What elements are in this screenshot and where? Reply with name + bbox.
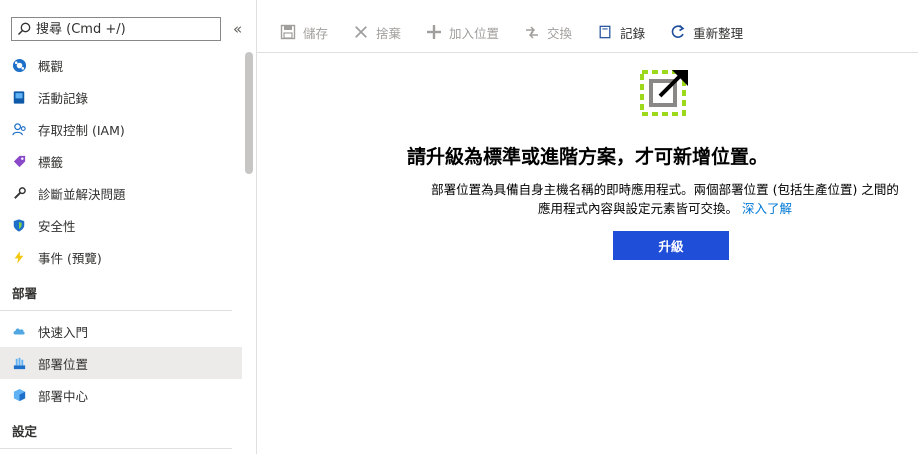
sidebar-item-quickstart[interactable]: 快速入門 bbox=[0, 315, 242, 347]
plus-icon bbox=[425, 23, 443, 41]
sidebar-item-label: 事件 (預覽) bbox=[38, 250, 102, 266]
refresh-button[interactable]: 重新整理 bbox=[669, 23, 743, 42]
save-label: 儲存 bbox=[303, 25, 329, 41]
sidebar-item-label: 活動記錄 bbox=[38, 90, 89, 106]
save-icon bbox=[279, 23, 297, 41]
sidebar-item-diagnose[interactable]: 診斷並解決問題 bbox=[0, 177, 242, 209]
sidebar-item-tags[interactable]: 標籤 bbox=[0, 145, 242, 177]
discard-button[interactable]: 捨棄 bbox=[352, 23, 401, 42]
document-icon bbox=[596, 23, 614, 41]
add-slot-label: 加入位置 bbox=[449, 25, 500, 41]
save-button[interactable]: 儲存 bbox=[279, 23, 328, 42]
shield-icon bbox=[11, 217, 27, 233]
close-icon bbox=[352, 23, 370, 41]
activity-log-icon bbox=[11, 89, 27, 105]
lightning-icon bbox=[11, 249, 27, 265]
swap-button[interactable]: 交換 bbox=[523, 23, 572, 42]
deployment-slots-icon bbox=[11, 355, 27, 371]
sidebar-item-activity-log[interactable]: 活動記錄 bbox=[0, 81, 242, 113]
description-text: 部署位置為具備自身主機名稱的即時應用程式。兩個部署位置 (包括生產位置) 之間的… bbox=[431, 182, 899, 216]
sidebar-item-label: 概觀 bbox=[38, 58, 64, 74]
sidebar-item-label: 快速入門 bbox=[38, 324, 89, 340]
sidebar-item-label: 標籤 bbox=[38, 154, 64, 170]
section-header-deploy: 部署 bbox=[0, 273, 232, 311]
upgrade-title: 請升級為標準或進階方案，才可新增位置。 bbox=[406, 146, 768, 168]
logs-button[interactable]: 記錄 bbox=[596, 23, 645, 42]
sidebar-item-access-control[interactable]: 存取控制 (IAM) bbox=[0, 113, 242, 145]
search-box[interactable] bbox=[11, 17, 221, 41]
sidebar-scrollbar[interactable] bbox=[245, 52, 253, 174]
access-control-icon bbox=[11, 121, 27, 137]
sidebar-item-overview[interactable]: 概觀 bbox=[0, 49, 242, 81]
sidebar-item-label: 存取控制 (IAM) bbox=[38, 122, 125, 138]
deployment-center-icon bbox=[11, 387, 27, 403]
search-input[interactable] bbox=[32, 21, 216, 37]
upgrade-description: 部署位置為具備自身主機名稱的即時應用程式。兩個部署位置 (包括生產位置) 之間的… bbox=[430, 180, 900, 218]
discard-label: 捨棄 bbox=[376, 25, 402, 41]
logs-label: 記錄 bbox=[620, 25, 646, 41]
upgrade-button[interactable]: 升級 bbox=[613, 231, 729, 260]
section-header-settings: 設定 bbox=[0, 411, 232, 449]
sidebar-menu: 概觀 活動記錄 存取控制 (IAM) 標籤 診斷並解決問題 安全性 事件 (預覽… bbox=[0, 49, 242, 453]
add-slot-button[interactable]: 加入位置 bbox=[425, 23, 499, 42]
swap-label: 交換 bbox=[547, 25, 573, 41]
learn-more-link[interactable]: 深入了解 bbox=[742, 201, 792, 216]
sidebar-item-label: 部署位置 bbox=[38, 356, 89, 372]
sidebar: « 概觀 活動記錄 存取控制 (IAM) 標籤 bbox=[0, 0, 257, 454]
sidebar-item-label: 部署中心 bbox=[38, 388, 89, 404]
swap-icon bbox=[523, 23, 541, 41]
overview-icon bbox=[11, 57, 27, 73]
sidebar-item-security[interactable]: 安全性 bbox=[0, 209, 242, 241]
refresh-label: 重新整理 bbox=[693, 25, 744, 41]
sidebar-item-events[interactable]: 事件 (預覽) bbox=[0, 241, 242, 273]
tag-icon bbox=[11, 153, 27, 169]
cloud-icon bbox=[11, 323, 27, 339]
search-icon bbox=[17, 22, 31, 36]
sidebar-item-label: 診斷並解決問題 bbox=[38, 186, 126, 202]
collapse-sidebar-button[interactable]: « bbox=[233, 20, 242, 38]
sidebar-item-label: 安全性 bbox=[38, 218, 76, 234]
wrench-icon bbox=[11, 185, 27, 201]
command-bar: 儲存 捨棄 加入位置 交換 記錄 重新整理 bbox=[257, 16, 918, 53]
refresh-icon bbox=[669, 23, 687, 41]
sidebar-item-deployment-slots[interactable]: 部署位置 bbox=[0, 347, 242, 379]
upgrade-hero-icon bbox=[640, 70, 688, 116]
sidebar-item-deployment-center[interactable]: 部署中心 bbox=[0, 379, 242, 411]
